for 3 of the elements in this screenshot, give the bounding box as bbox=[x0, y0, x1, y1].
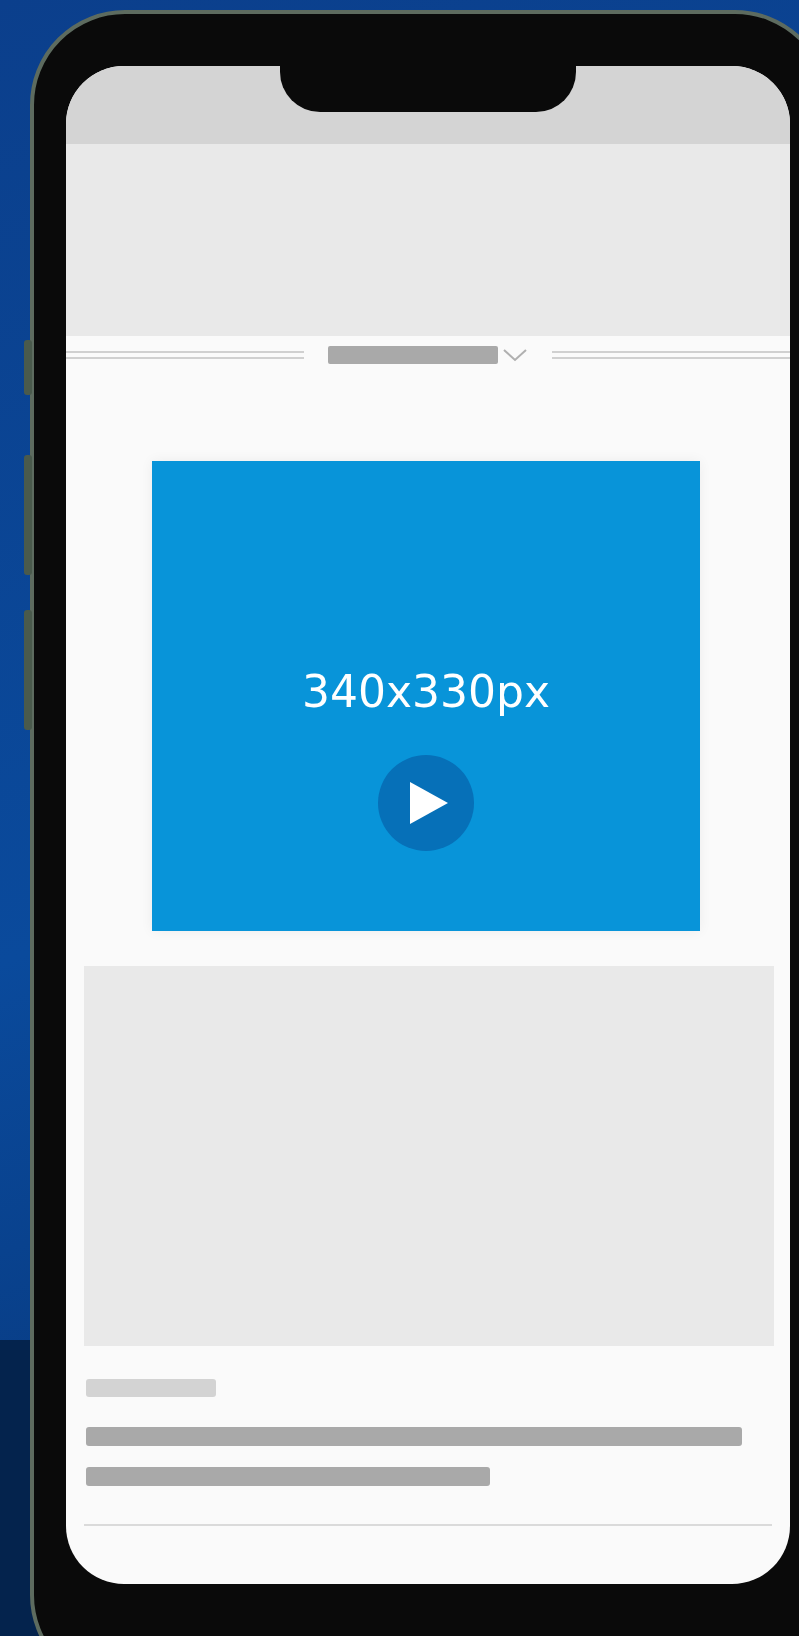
play-icon bbox=[410, 782, 448, 824]
video-size-label: 340x330px bbox=[302, 666, 550, 717]
chevron-icon[interactable] bbox=[502, 347, 528, 363]
